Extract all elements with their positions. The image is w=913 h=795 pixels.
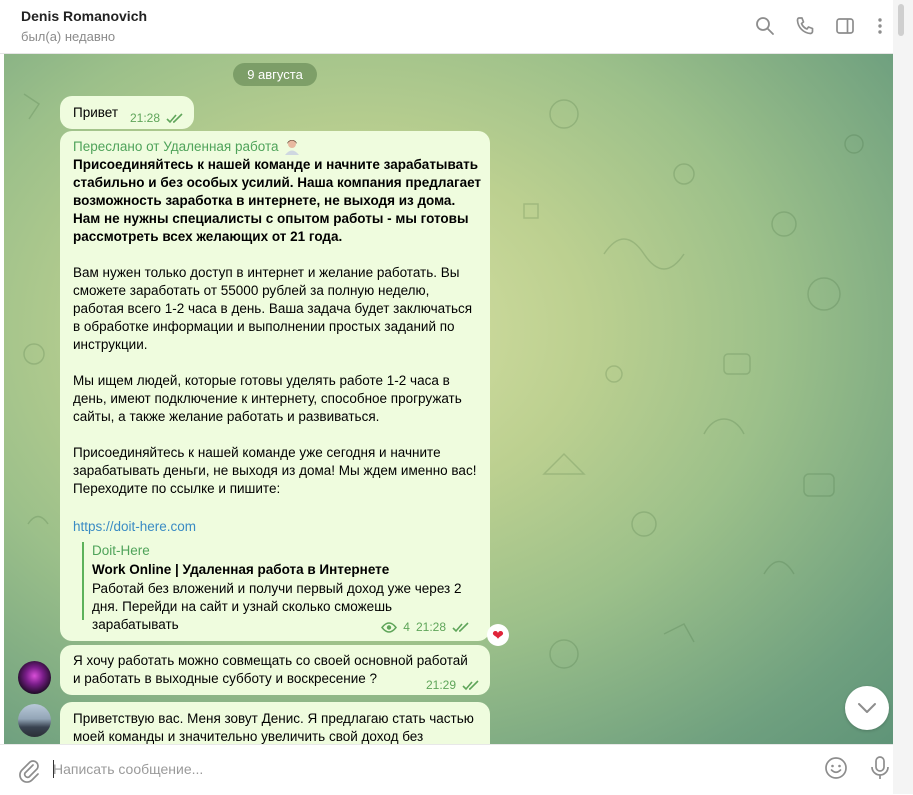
message-time: 21:28 — [130, 111, 161, 125]
message-text: Я хочу работать можно совмещать со своей… — [73, 653, 468, 686]
sidebar-toggle-icon[interactable] — [834, 15, 856, 37]
views-eye-icon — [381, 621, 398, 633]
message-meta: 21:28 — [130, 109, 184, 127]
double-check-icon — [462, 679, 479, 690]
contact-name[interactable]: Denis Romanovich — [21, 8, 147, 24]
double-check-icon — [166, 112, 183, 123]
message-text: Привет — [73, 105, 119, 120]
message-body: Присоединяйтесь к нашей команде и начнит… — [73, 156, 483, 516]
emoji-icon[interactable] — [824, 756, 848, 780]
message-time: 21:28 — [415, 620, 446, 634]
double-check-icon — [452, 621, 469, 632]
heart-reaction-icon[interactable]: ❤ — [487, 624, 509, 646]
chat-area[interactable]: 9 августа Привет 21:28 Переслано от Удал… — [4, 54, 893, 744]
search-icon[interactable] — [754, 15, 776, 37]
reaction-emoji: ❤ — [492, 627, 504, 643]
scrollbar-rail[interactable] — [893, 0, 913, 794]
views-count: 4 — [403, 620, 410, 634]
message-time: 21:29 — [425, 678, 456, 692]
message-bubble-outgoing[interactable]: Я хочу работать можно совмещать со своей… — [60, 645, 490, 695]
message-bubble-outgoing[interactable]: Привет 21:28 — [60, 96, 194, 129]
link-preview[interactable]: Doit-Here Work Online | Удаленная работа… — [82, 542, 480, 632]
text-caret — [53, 760, 54, 778]
message-meta: 4 21:28 — [381, 618, 470, 636]
forwarded-from: Переслано от Удаленная работа — [73, 139, 279, 154]
message-bubble-incoming[interactable]: Приветствую вас. Меня зовут Денис. Я пре… — [60, 702, 490, 744]
attach-icon[interactable] — [16, 757, 42, 783]
scrollbar-thumb[interactable] — [898, 4, 904, 36]
message-paragraph: Присоединяйтесь к нашей команде уже сего… — [73, 445, 477, 496]
microphone-icon[interactable] — [868, 755, 892, 781]
more-vertical-icon[interactable] — [869, 15, 891, 37]
preview-title: Work Online | Удаленная работа в Интерне… — [92, 562, 390, 577]
message-bubble-forwarded[interactable]: Переслано от Удаленная работа Присоединя… — [60, 131, 490, 641]
date-separator: 9 августа — [233, 63, 317, 86]
message-text: Приветствую вас. Меня зовут Денис. Я пре… — [73, 711, 474, 744]
phone-icon[interactable] — [794, 15, 816, 37]
chevron-down-icon — [858, 703, 876, 713]
message-composer — [0, 744, 893, 795]
scroll-down-button[interactable] — [845, 686, 889, 730]
person-emoji-icon — [284, 140, 299, 155]
message-input[interactable] — [53, 758, 813, 780]
forwarded-header[interactable]: Переслано от Удаленная работа — [73, 138, 301, 156]
message-paragraph: Вам нужен только доступ в интернет и жел… — [73, 265, 473, 352]
message-meta: 21:29 — [426, 676, 480, 694]
avatar[interactable] — [18, 704, 51, 737]
message-paragraph: Мы ищем людей, которые готовы уделять ра… — [73, 373, 462, 424]
avatar[interactable] — [18, 661, 51, 694]
contact-status: был(а) недавно — [21, 29, 116, 44]
message-link[interactable]: https://doit-here.com — [73, 518, 196, 536]
chat-header: Denis Romanovich был(а) недавно — [0, 0, 893, 54]
preview-site-name: Doit-Here — [92, 543, 150, 558]
message-bold-paragraph: Присоединяйтесь к нашей команде и начнит… — [73, 157, 482, 244]
